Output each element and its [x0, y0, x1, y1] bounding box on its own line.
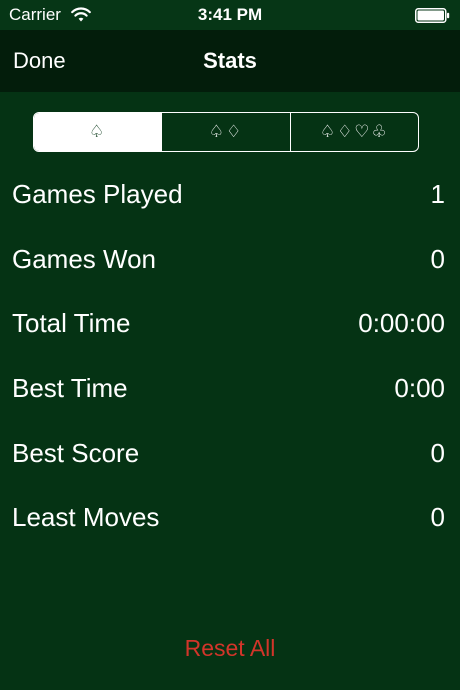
stat-value: 0 [430, 243, 445, 274]
stats-list: Games Played 1 Games Won 0 Total Time 0:… [0, 162, 460, 550]
stat-value: 0 [430, 437, 445, 468]
page-title: Stats [203, 48, 257, 73]
reset-all-button[interactable]: Reset All [0, 635, 460, 662]
stat-label: Games Won [12, 243, 157, 274]
stat-value: 0 [430, 502, 445, 533]
segment-one-suit[interactable]: ♤ [34, 113, 162, 151]
navigation-bar: Done Stats [0, 30, 460, 92]
suit-selector: ♤ ♤♢ ♤♢♡♧ [33, 112, 419, 152]
stat-row-games-played: Games Played 1 [0, 162, 460, 227]
stat-row-games-won: Games Won 0 [0, 227, 460, 292]
stat-value: 0:00 [394, 373, 445, 404]
battery-icon [415, 8, 450, 23]
stat-label: Games Played [12, 179, 183, 209]
status-time: 3:41 PM [197, 5, 263, 24]
stat-value: 1 [430, 179, 445, 209]
stat-row-total-time: Total Time 0:00:00 [0, 291, 460, 356]
status-bar: Carrier 3:41 PM [0, 0, 460, 30]
stat-row-least-moves: Least Moves 0 [0, 485, 460, 550]
stat-value: 0:00:00 [358, 308, 445, 339]
segment-two-suits[interactable]: ♤♢ [161, 113, 289, 151]
segment-four-suits[interactable]: ♤♢♡♧ [289, 113, 418, 151]
stat-label: Best Score [12, 437, 140, 468]
stat-label: Best Time [12, 373, 128, 404]
stat-row-best-score: Best Score 0 [0, 421, 460, 486]
stat-label: Total Time [12, 308, 131, 339]
stat-row-best-time: Best Time 0:00 [0, 356, 460, 421]
stat-label: Least Moves [12, 502, 160, 533]
